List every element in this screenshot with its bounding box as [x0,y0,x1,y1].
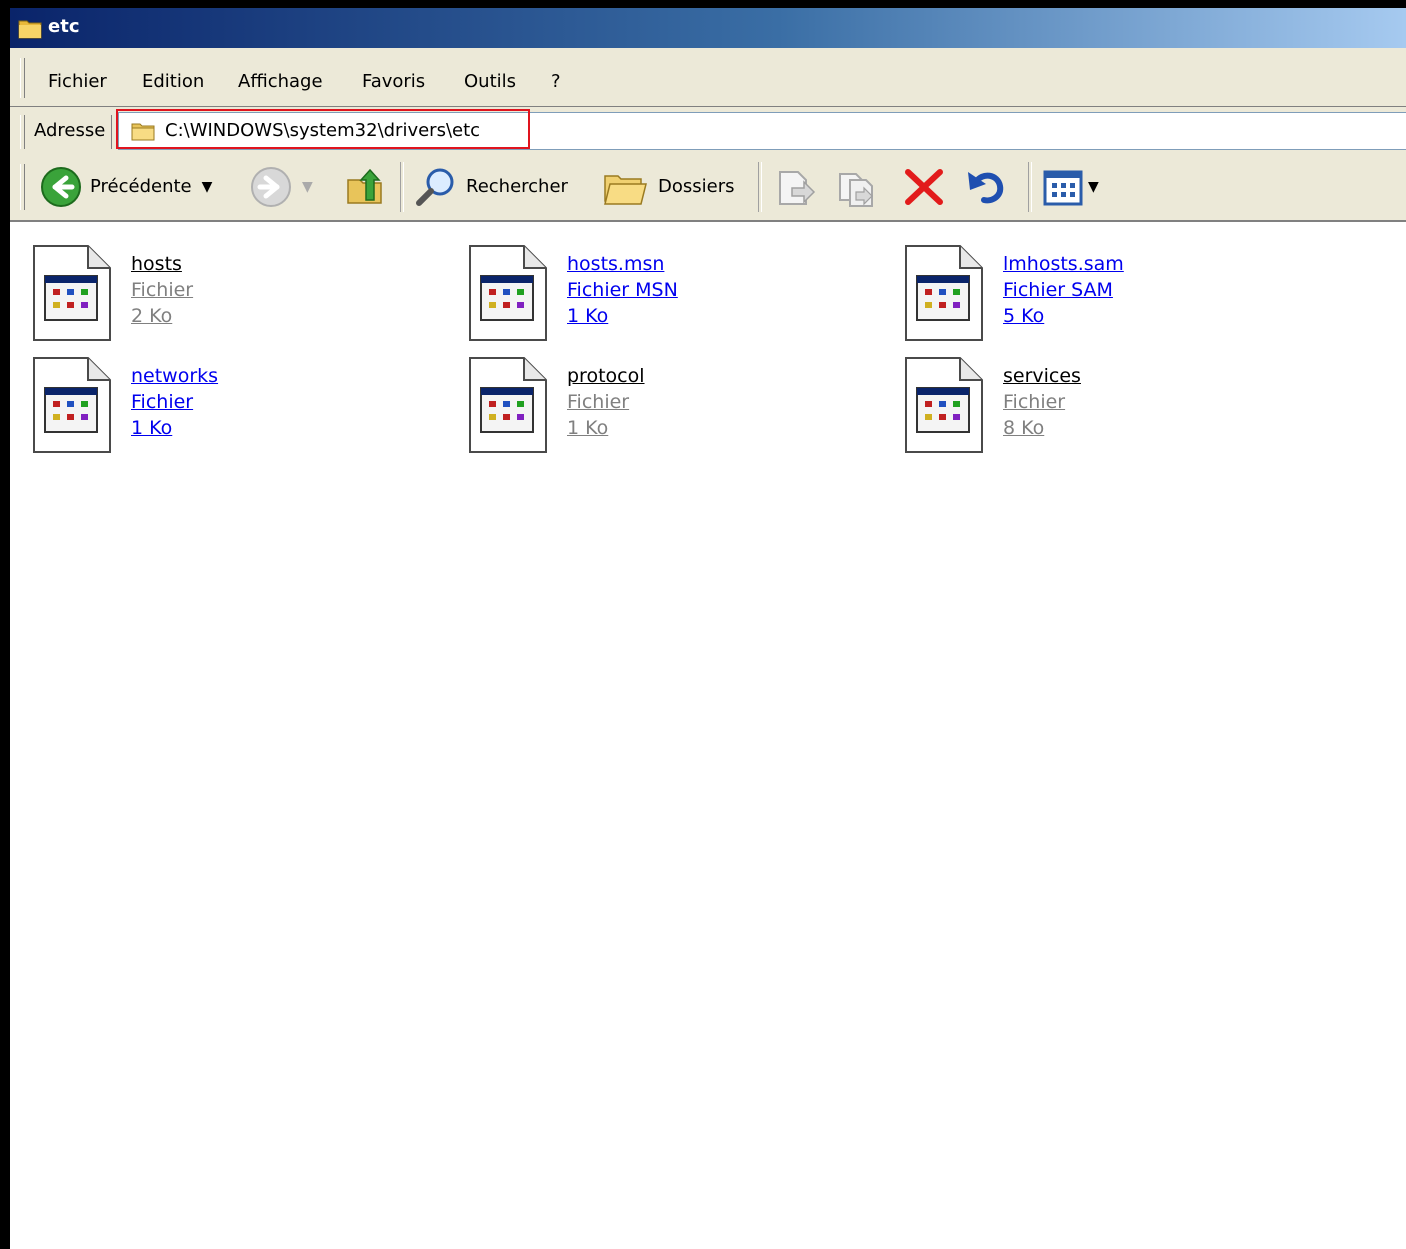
explorer-window: etc Fichier Edition Affichage Favoris Ou… [0,0,1406,1249]
file-item-hosts-msn[interactable]: hosts.msn Fichier MSN 1 Ko [446,232,866,342]
addressbar-grip[interactable] [20,115,25,149]
file-icon [469,357,547,453]
back-arrow-icon [41,167,81,207]
file-item-hosts[interactable]: hosts Fichier 2 Ko [10,232,430,342]
search-label: Rechercher [466,176,568,197]
file-icon [905,357,983,453]
address-highlight-box [116,109,530,149]
menu-edition[interactable]: Edition [142,70,204,94]
back-dropdown-arrow[interactable]: ▼ [202,179,213,195]
toolbar-separator [1028,162,1032,212]
delete-button[interactable] [902,166,946,208]
file-item-services[interactable]: services Fichier 8 Ko [882,344,1302,454]
file-name: services [1003,365,1081,387]
file-item-protocol[interactable]: protocol Fichier 1 Ko [446,344,866,454]
file-size: 1 Ko [567,305,609,327]
file-name: lmhosts.sam [1003,253,1124,275]
file-name: networks [131,365,219,387]
file-size: 5 Ko [1003,305,1045,327]
title-bar[interactable]: etc [10,8,1406,48]
file-type: Fichier [1003,391,1066,413]
menu-bar: Fichier Edition Affichage Favoris Outils… [10,48,1406,107]
file-type: Fichier SAM [1003,279,1113,301]
window-frame: etc Fichier Edition Affichage Favoris Ou… [10,8,1406,1249]
views-icon [1043,170,1083,206]
up-button[interactable] [344,166,386,208]
file-type: Fichier MSN [567,279,678,301]
copy-to-button[interactable] [836,166,880,208]
file-type: Fichier [567,391,630,413]
file-type: Fichier [131,279,194,301]
file-item-lmhosts-sam[interactable]: lmhosts.sam Fichier SAM 5 Ko [882,232,1302,342]
file-name: protocol [567,365,645,387]
file-name: hosts.msn [567,253,665,275]
folders-label: Dossiers [658,176,735,197]
file-size: 8 Ko [1003,417,1045,439]
menu-outils[interactable]: Outils [464,70,516,94]
standard-toolbar: Précédente ▼ ▼ Rechercher Dossiers ▼ [10,154,1406,222]
file-icon [905,245,983,341]
move-to-button[interactable] [774,166,818,208]
toolbar-separator [400,162,404,212]
back-button[interactable]: Précédente ▼ [40,166,212,208]
file-icon [469,245,547,341]
views-dropdown-arrow[interactable]: ▼ [1088,179,1099,195]
forward-button[interactable]: ▼ [250,166,313,208]
file-size: 1 Ko [567,417,609,439]
search-button[interactable]: Rechercher [414,166,568,208]
menu-affichage[interactable]: Affichage [238,70,323,94]
folder-icon [18,20,42,39]
file-size: 2 Ko [131,305,173,327]
address-bar: Adresse C:\WINDOWS\system32\drivers\etc [10,106,1406,156]
forward-dropdown-arrow[interactable]: ▼ [302,179,313,195]
file-list: hosts Fichier 2 Ko hosts.msn Fichier MSN… [10,220,1406,1249]
menu-favoris[interactable]: Favoris [362,70,425,94]
search-icon [416,168,454,206]
undo-icon [968,172,1004,204]
folders-icon [604,175,647,205]
file-item-networks[interactable]: networks Fichier 1 Ko [10,344,430,454]
move-to-icon [779,171,816,205]
back-label: Précédente [90,176,192,197]
delete-icon [905,169,943,205]
menu-fichier[interactable]: Fichier [48,70,107,94]
forward-arrow-icon [251,167,291,207]
file-type: Fichier [131,391,194,413]
file-icon [33,245,111,341]
address-separator [111,115,112,149]
views-button[interactable]: ▼ [1042,166,1099,208]
file-size: 1 Ko [131,417,173,439]
up-folder-icon [347,168,382,204]
menu-help[interactable]: ? [551,70,561,94]
file-name: hosts [131,253,182,275]
address-label: Adresse [34,120,106,141]
menubar-grip[interactable] [20,58,25,98]
toolbar-separator [758,162,762,212]
undo-button[interactable] [964,166,1008,208]
window-title: etc [48,16,80,37]
folders-button[interactable]: Dossiers [602,166,734,208]
toolbar-grip[interactable] [20,164,25,210]
file-icon [33,357,111,453]
copy-to-icon [839,173,873,207]
